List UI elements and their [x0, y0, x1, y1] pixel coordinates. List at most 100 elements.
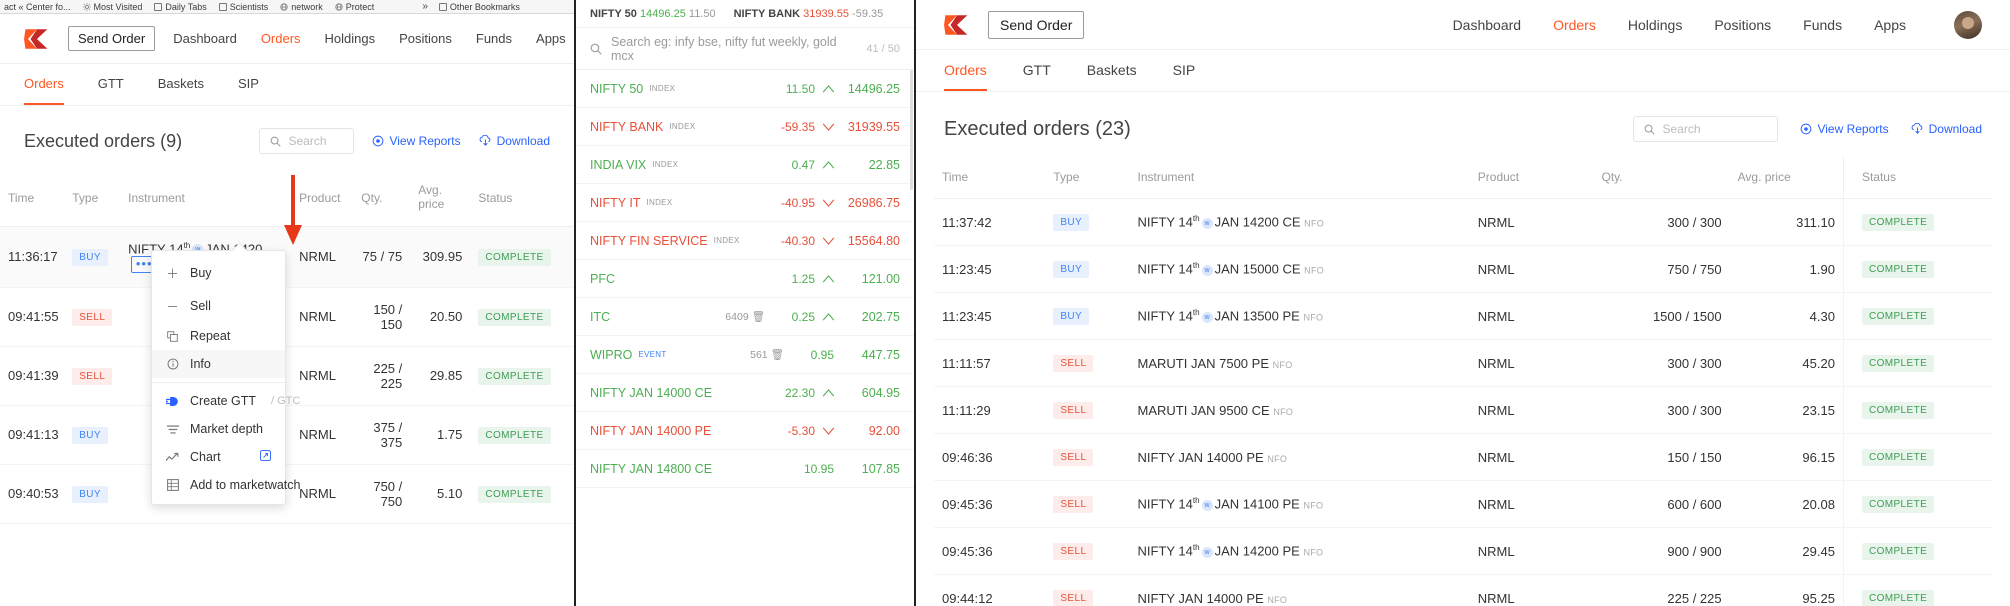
tab-sip[interactable]: SIP: [238, 64, 259, 105]
table-row[interactable]: 09:40:53 BUY NRML 750 / 750 5.10 COMPLET…: [0, 464, 574, 524]
cell-instrument[interactable]: NIFTY 14th w JAN 14200 PE NFO: [1129, 527, 1470, 575]
cell-instrument[interactable]: NIFTY 14th w JAN 14200 CE NFO: [1129, 198, 1470, 246]
table-row[interactable]: 11:11:29 SELL MARUTI JAN 9500 CE NFO NRML 30…: [934, 386, 1992, 434]
col-avg-price[interactable]: Avg. price: [1729, 156, 1844, 199]
table-row[interactable]: 09:45:36 SELL NIFTY 14th w JAN 14100 PE NFO N…: [934, 480, 1992, 528]
type-badge: BUY: [72, 485, 108, 503]
watchlist-item[interactable]: NIFTY 50 INDEX 11.50 14496.25: [576, 70, 914, 108]
nav-funds[interactable]: Funds: [1803, 17, 1842, 33]
menu-item-chart[interactable]: Chart: [152, 443, 285, 471]
menu-item-market-depth[interactable]: Market depth: [152, 415, 285, 443]
index-ticker-niftybank[interactable]: NIFTY BANK 31939.55 -59.35: [734, 8, 884, 20]
right-orders-header: Executed orders (23) Search View Reports: [916, 92, 2010, 156]
cell-instrument[interactable]: NIFTY JAN 14000 PE NFO: [1129, 574, 1470, 606]
col-instrument[interactable]: Instrument: [1129, 156, 1470, 199]
annotation-arrow-icon: [284, 175, 302, 245]
view-reports-link[interactable]: View Reports: [1800, 122, 1889, 136]
nav-apps[interactable]: Apps: [536, 31, 566, 46]
watchlist-item[interactable]: NIFTY JAN 14800 CE 10.95 107.85: [576, 450, 914, 488]
nav-apps[interactable]: Apps: [1874, 17, 1906, 33]
download-link[interactable]: Download: [1911, 122, 1982, 136]
nav-positions[interactable]: Positions: [399, 31, 452, 46]
menu-item-add-to-marketwatch[interactable]: Add to marketwatch: [152, 471, 300, 499]
avatar[interactable]: [1954, 10, 1982, 39]
watchlist-item[interactable]: NIFTY JAN 14000 CE 22.30 604.95: [576, 374, 914, 412]
menu-item-buy[interactable]: ＋ Buy: [152, 256, 285, 289]
bookmark-item-network[interactable]: network: [280, 2, 323, 12]
nav-holdings[interactable]: Holdings: [325, 31, 376, 46]
bookmark-item-scientists[interactable]: Scientists: [218, 2, 268, 12]
nav-dashboard[interactable]: Dashboard: [173, 31, 237, 46]
tab-orders[interactable]: Orders: [24, 64, 64, 105]
col-status[interactable]: Status: [1842, 156, 1992, 199]
menu-item-create-gtt[interactable]: Create GTT / GTC: [152, 387, 300, 415]
menu-item-sell[interactable]: － Sell: [152, 289, 285, 322]
watchlist-item[interactable]: NIFTY JAN 14000 PE -5.30 92.00: [576, 412, 914, 450]
watchlist-item[interactable]: WIPRO EVENT 561 🗑 0.95 447.75: [576, 336, 914, 374]
change: 0.25: [791, 309, 815, 324]
cell-instrument[interactable]: MARUTI JAN 9500 CE NFO: [1129, 386, 1470, 434]
tab-sip[interactable]: SIP: [1173, 50, 1196, 91]
col-qty[interactable]: Qty.: [1593, 156, 1730, 199]
tab-baskets[interactable]: Baskets: [1087, 50, 1137, 91]
col-type[interactable]: Type: [1045, 156, 1130, 199]
table-row[interactable]: 11:37:42 BUY NIFTY 14th w JAN 14200 CE NFO NR…: [934, 198, 1992, 246]
nav-funds[interactable]: Funds: [476, 31, 512, 46]
table-row[interactable]: 11:11:57 SELL MARUTI JAN 7500 PE NFO NRML 30…: [934, 339, 1992, 387]
nav-orders[interactable]: Orders: [261, 31, 301, 46]
bookmark-overflow-button[interactable]: »: [422, 1, 427, 12]
cell-instrument[interactable]: NIFTY 14th w JAN 14100 PE NFO: [1129, 480, 1470, 528]
send-order-button[interactable]: Send Order: [988, 10, 1085, 39]
bookmark-item-daily-tabs[interactable]: Daily Tabs: [154, 2, 207, 12]
view-reports-link[interactable]: View Reports: [372, 134, 461, 148]
cell-product: NRML: [1469, 527, 1594, 575]
tab-baskets[interactable]: Baskets: [158, 64, 204, 105]
send-order-button[interactable]: Send Order: [68, 26, 156, 51]
index-ticker-nifty50[interactable]: NIFTY 50 14496.25 11.50: [590, 8, 716, 20]
bookmark-item-protect[interactable]: Protect: [335, 2, 374, 12]
table-row[interactable]: 09:41:55 SELL NRML 150 / 150 20.50 COMPL…: [0, 287, 574, 347]
search-input[interactable]: Search: [259, 128, 355, 154]
col-time[interactable]: Time: [934, 156, 1046, 199]
scrollbar[interactable]: [910, 70, 913, 190]
table-row[interactable]: 09:41:13 BUY NRML 375 / 375 1.75 COMPLET…: [0, 405, 574, 465]
table-row[interactable]: 09:44:12 SELL NIFTY JAN 14000 PE NFO NRML 22…: [934, 574, 1992, 606]
watchlist-item[interactable]: NIFTY BANK INDEX -59.35 31939.55: [576, 108, 914, 146]
watchlist-item[interactable]: INDIA VIX INDEX 0.47 22.85: [576, 146, 914, 184]
col-instrument[interactable]: Instrument: [120, 170, 292, 227]
cell-status: COMPLETE: [470, 346, 574, 406]
nav-dashboard[interactable]: Dashboard: [1453, 17, 1522, 33]
tab-orders[interactable]: Orders: [944, 50, 987, 91]
col-status[interactable]: Status: [470, 170, 574, 227]
col-product[interactable]: Product: [1469, 156, 1594, 199]
col-avg-price[interactable]: Avg. price: [410, 170, 471, 227]
menu-item-repeat[interactable]: Repeat: [152, 322, 285, 350]
nav-holdings[interactable]: Holdings: [1628, 17, 1682, 33]
cell-instrument[interactable]: MARUTI JAN 7500 PE NFO: [1129, 339, 1470, 387]
table-row[interactable]: 11:23:45 BUY NIFTY 14th w JAN 15000 CE NFO NR…: [934, 245, 1992, 293]
tab-gtt[interactable]: GTT: [98, 64, 124, 105]
bookmark-item[interactable]: act « Center fo...: [4, 2, 71, 12]
watchlist-item[interactable]: ITC 6409 🗑 0.25 202.75: [576, 298, 914, 336]
menu-item-info[interactable]: Info: [152, 350, 285, 378]
bookmark-item-most-visited[interactable]: Most Visited: [82, 2, 142, 12]
watchlist-item[interactable]: NIFTY IT INDEX -40.95 26986.75: [576, 184, 914, 222]
nav-orders[interactable]: Orders: [1553, 17, 1596, 33]
table-row[interactable]: 11:23:45 BUY NIFTY 14th w JAN 13500 PE NFO NR…: [934, 292, 1992, 340]
col-type[interactable]: Type: [64, 170, 121, 227]
search-input[interactable]: Search: [1633, 116, 1779, 142]
tab-gtt[interactable]: GTT: [1023, 50, 1051, 91]
cell-instrument[interactable]: NIFTY 14th w JAN 13500 PE NFO: [1129, 292, 1470, 340]
nav-positions[interactable]: Positions: [1714, 17, 1771, 33]
col-time[interactable]: Time: [0, 170, 65, 227]
watchlist-item[interactable]: NIFTY FIN SERVICE INDEX -40.30 15564.80: [576, 222, 914, 260]
col-qty[interactable]: Qty.: [353, 170, 411, 227]
cell-instrument[interactable]: NIFTY 14th w JAN 15000 CE NFO: [1129, 245, 1470, 293]
watchlist-item[interactable]: PFC 1.25 121.00: [576, 260, 914, 298]
download-link[interactable]: Download: [479, 134, 550, 148]
cell-instrument[interactable]: NIFTY JAN 14000 PE NFO: [1129, 433, 1470, 481]
table-row[interactable]: 09:45:36 SELL NIFTY 14th w JAN 14200 PE NFO N…: [934, 527, 1992, 575]
table-row[interactable]: 09:46:36 SELL NIFTY JAN 14000 PE NFO NRML 15…: [934, 433, 1992, 481]
marketwatch-search-input[interactable]: Search eg: infy bse, nifty fut weekly, g…: [576, 28, 914, 70]
other-bookmarks-folder[interactable]: Other Bookmarks: [438, 2, 520, 12]
